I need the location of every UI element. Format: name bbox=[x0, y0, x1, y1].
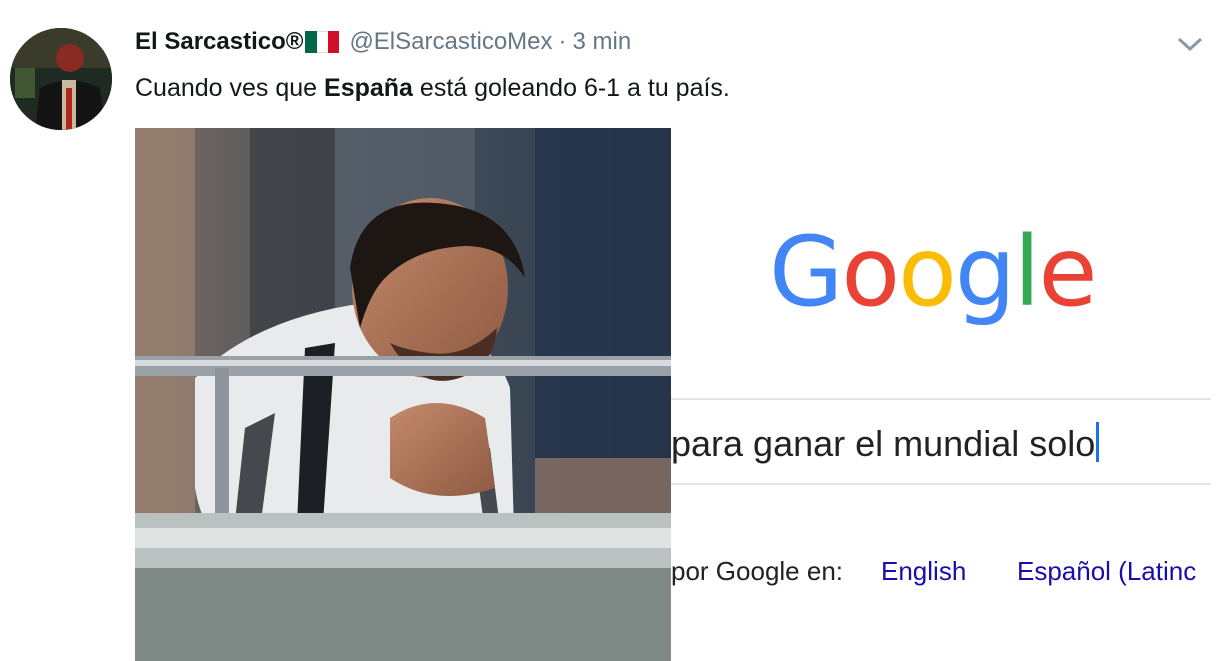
tweet-photo[interactable] bbox=[135, 128, 671, 661]
separator-dot: · bbox=[558, 28, 567, 55]
mexico-flag-icon bbox=[305, 31, 340, 53]
flag-stripe-white bbox=[316, 31, 329, 53]
search-query-text: para ganar el mundial solo bbox=[671, 423, 1096, 464]
text-caret bbox=[1096, 422, 1100, 462]
tweet-text-end: está goleando 6-1 a tu país. bbox=[412, 74, 730, 102]
offered-in-label: por Google en: bbox=[671, 556, 844, 586]
google-logo-letter: g bbox=[954, 216, 1016, 328]
google-logo-letter: G bbox=[769, 216, 843, 328]
google-logo-letter: l bbox=[1013, 216, 1041, 328]
flag-stripe-green bbox=[305, 31, 317, 53]
chevron-down-icon[interactable] bbox=[1176, 34, 1204, 54]
language-link-espanol[interactable]: Español (Latinc bbox=[1017, 556, 1196, 587]
google-logo-letter: o bbox=[841, 216, 900, 328]
tweet-text: Cuando ves que España está goleando 6-1 … bbox=[135, 74, 730, 103]
flag-stripe-red bbox=[328, 31, 340, 53]
author-handle[interactable]: @ElSarcasticoMex bbox=[349, 28, 552, 56]
google-logo-letter: e bbox=[1038, 216, 1097, 328]
search-box-top-border bbox=[671, 398, 1211, 400]
tweet-text-start: Cuando ves que bbox=[135, 74, 325, 102]
avatar[interactable] bbox=[10, 28, 112, 130]
tweet-text-bold: España bbox=[324, 74, 413, 102]
language-link-english[interactable]: English bbox=[881, 556, 966, 587]
search-input[interactable]: para ganar el mundial solo bbox=[671, 422, 1100, 465]
tweet-header: El Sarcastico® @ElSarcasticoMex · 3 min bbox=[135, 28, 631, 56]
google-logo: Google bbox=[769, 216, 1098, 328]
tweet-timestamp[interactable]: 3 min bbox=[573, 28, 632, 56]
google-search-panel: Google para ganar el mundial solo por Go… bbox=[671, 128, 1224, 661]
author-name[interactable]: El Sarcastico® bbox=[135, 28, 303, 56]
search-box-bottom-border bbox=[671, 483, 1211, 485]
google-logo-letter: o bbox=[898, 216, 957, 328]
